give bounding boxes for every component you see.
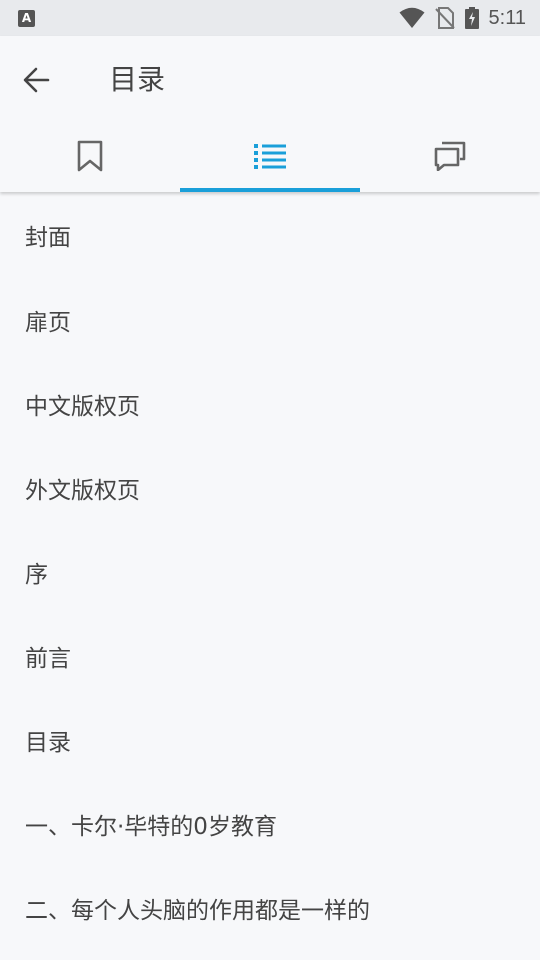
clock: 5:11 <box>488 6 526 29</box>
toc-item[interactable]: 封面 <box>0 192 540 278</box>
toc-item[interactable]: 前言 <box>0 614 540 698</box>
toc-item[interactable]: 外文版权页 <box>0 446 540 530</box>
app-notification-icon: A <box>18 10 35 27</box>
list-icon <box>254 144 286 169</box>
back-button[interactable] <box>14 58 58 102</box>
toc-item[interactable]: 中文版权页 <box>0 362 540 446</box>
page-title: 目录 <box>109 63 166 96</box>
toc-item[interactable]: 目录 <box>0 698 540 782</box>
tab-notes[interactable] <box>360 120 540 192</box>
no-sim-icon <box>434 7 455 29</box>
app-bar: 目录 <box>0 36 540 192</box>
tab-bar <box>0 120 540 192</box>
comments-icon <box>434 141 466 171</box>
table-of-contents: 封面 扉页 中文版权页 外文版权页 序 前言 目录 一、卡尔·毕特的0岁教育 二… <box>0 192 540 950</box>
toc-item[interactable]: 一、卡尔·毕特的0岁教育 <box>0 782 540 866</box>
wifi-icon <box>399 7 425 28</box>
tab-bookmarks[interactable] <box>0 120 180 192</box>
bookmark-icon <box>77 140 103 172</box>
tab-contents[interactable] <box>180 120 360 192</box>
arrow-left-icon <box>23 67 50 93</box>
status-bar: A 5:11 <box>0 0 540 36</box>
toc-item[interactable]: 二、每个人头脑的作用都是一样的 <box>0 866 540 950</box>
toc-item[interactable]: 序 <box>0 530 540 614</box>
battery-charging-icon <box>464 7 479 29</box>
toc-item[interactable]: 扉页 <box>0 278 540 362</box>
